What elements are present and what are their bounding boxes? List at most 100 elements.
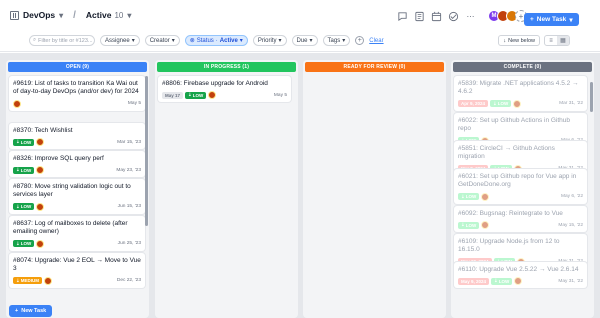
close-icon[interactable]: ⊗ xyxy=(190,37,195,44)
avatar xyxy=(36,166,45,175)
due-date: May 23, '23 xyxy=(116,167,141,173)
add-filter-icon[interactable]: + xyxy=(355,36,365,45)
new-task-button[interactable]: + New Task ▾ xyxy=(524,13,579,26)
breadcrumb-separator: / xyxy=(73,9,76,21)
more-icon[interactable]: ⋯ xyxy=(465,11,476,22)
avatar xyxy=(514,277,523,286)
task-title: #8780: Move string validation logic out … xyxy=(13,183,131,199)
priority-badge: ⇣ MEDIUM xyxy=(13,277,43,285)
column-scrollbar[interactable] xyxy=(590,82,593,112)
column-header[interactable]: IN PROGRESS (1) xyxy=(157,62,296,72)
task-card[interactable]: #6092: Bugsnag: Reintegrate to Vue ⇣ LOW Ma… xyxy=(454,206,587,233)
task-title: #6109: Upgrade Node.js from 12 to 16.15.… xyxy=(458,238,560,254)
toolbar-icons: ⋯ M + xyxy=(397,10,527,22)
board-view-icon[interactable]: ▦ xyxy=(557,36,569,45)
task-meta: Apr 9, 2024 ⇣ LOW Mar 31, '22 xyxy=(458,99,583,108)
column-open: OPEN (9) #9619: List of tasks to transiti… xyxy=(6,60,149,318)
activity-icon[interactable] xyxy=(448,11,459,22)
chevron-down-icon[interactable]: ▾ xyxy=(59,11,63,20)
task-title: #6110: Upgrade Vue 2.5.22 → Vue 2.6.14 xyxy=(458,266,579,273)
date-badge: Apr 9, 2024 xyxy=(458,100,489,108)
task-meta: ⇣ LOW Jun 25, '23 xyxy=(13,239,141,248)
priority-label: LOW xyxy=(498,278,510,284)
chevron-down-icon[interactable]: ▾ xyxy=(127,11,131,20)
status-filter[interactable]: ⊗ Status · Active ▾ xyxy=(184,35,248,46)
task-meta: ⇣ MEDIUM Dec 22, '23 xyxy=(13,276,141,285)
task-card[interactable]: #5839: Migrate .NET applications 4.5.2 →… xyxy=(454,76,587,111)
priority-icon: ⇣ xyxy=(494,278,498,284)
priority-badge: ⇣LOW xyxy=(458,193,480,201)
column-header[interactable]: OPEN (9) xyxy=(8,62,147,72)
priority-icon: ⇣ xyxy=(493,100,497,106)
search-input[interactable]: ⌕ Filter by title or #123... xyxy=(29,35,95,46)
task-card[interactable]: #8806: Firebase upgrade for Android May 1… xyxy=(158,76,291,103)
column-header[interactable]: READY FOR REVIEW (0) xyxy=(305,62,444,72)
task-card[interactable]: #8074: Upgrade: Vue 2 EOL → Move to Vue … xyxy=(9,253,145,288)
task-meta: May 17 ⇣ LOW May 5 xyxy=(162,91,287,100)
column-ready-for-review: READY FOR REVIEW (0) xyxy=(303,60,446,318)
date-badge: May 9, 2024 xyxy=(458,277,490,285)
priority-label: MEDIUM xyxy=(20,278,40,284)
chevron-down-icon: ▾ xyxy=(569,16,573,24)
priority-filter[interactable]: Priority ▾ xyxy=(252,35,287,46)
due-date: Dec 22, '23 xyxy=(116,278,141,284)
clear-filters-link[interactable]: Clear xyxy=(369,38,383,44)
due-date: Jun 25, '23 xyxy=(117,241,141,247)
column-scrollbar[interactable] xyxy=(145,76,148,226)
task-title: #5839: Migrate .NET applications 4.5.2 →… xyxy=(458,80,579,96)
workspace-name[interactable]: DevOps xyxy=(23,10,55,20)
priority-label: LOW xyxy=(20,204,32,210)
chevron-down-icon: ▾ xyxy=(278,38,282,44)
new-task-button[interactable]: + New Task xyxy=(9,305,53,317)
task-card[interactable]: #8637: Log of mailboxes to delete (after… xyxy=(9,216,145,251)
view-name[interactable]: Active 10 xyxy=(86,10,123,20)
view-count: 10 xyxy=(114,11,124,20)
due-date: May 5 xyxy=(273,92,287,98)
calendar-icon[interactable] xyxy=(431,11,442,22)
due-date: May 5 xyxy=(127,101,141,107)
task-card[interactable]: #8780: Move string validation logic out … xyxy=(9,179,145,214)
task-card[interactable]: #8326: Improve SQL query perf ⇣ LOW May 23,… xyxy=(9,151,145,178)
list-view-icon[interactable]: ≡ xyxy=(545,36,557,45)
priority-icon: ⇣ xyxy=(16,277,20,283)
member-avatars[interactable]: M + xyxy=(488,10,527,22)
priority-icon: ⇣ xyxy=(16,240,20,246)
priority-badge: ⇣LOW xyxy=(13,203,35,211)
due-date: Jun 15, '23 xyxy=(117,204,141,210)
priority-badge: ⇣LOW xyxy=(458,221,480,229)
avatar xyxy=(36,239,45,248)
chat-icon[interactable] xyxy=(397,11,408,22)
avatar xyxy=(36,202,45,211)
priority-label: LOW xyxy=(20,167,32,173)
chevron-down-icon: ▾ xyxy=(342,38,346,44)
task-meta: ⇣ LOW Jun 15, '23 xyxy=(13,202,141,211)
due-filter[interactable]: Due ▾ xyxy=(291,35,318,46)
task-meta: ⇣ LOW May 15, '22 xyxy=(458,221,583,230)
task-card[interactable]: #6021: Set up Github repo for Vue app in… xyxy=(454,169,587,204)
search-icon: ⌕ xyxy=(33,37,37,43)
view-options: ↓ New below ≡ ▦ xyxy=(498,35,570,46)
notes-icon[interactable] xyxy=(414,11,425,22)
creator-filter[interactable]: Creator ▾ xyxy=(144,35,180,46)
breadcrumb: DevOps ▾ / Active 10 ▾ xyxy=(10,10,131,21)
task-title: #6021: Set up Github repo for Vue app in… xyxy=(458,173,577,189)
task-card[interactable]: #9619: List of tasks to transition Ka Wa… xyxy=(9,76,145,111)
avatar xyxy=(36,138,45,147)
priority-label: LOW xyxy=(192,92,204,98)
assignee-filter[interactable]: Assignee ▾ xyxy=(100,35,140,46)
priority-icon: ⇣ xyxy=(16,167,20,173)
layout-toggle: ≡ ▦ xyxy=(544,35,570,46)
task-card[interactable]: #6110: Upgrade Vue 2.5.22 → Vue 2.6.14 Ma… xyxy=(454,262,587,289)
task-title: #8370: Tech Wishlist xyxy=(13,127,73,134)
task-card[interactable]: #8370: Tech Wishlist ⇣ LOW Mar 15, '23 xyxy=(9,123,145,150)
task-meta: May 9, 2024 ⇣ LOW May 31, '22 xyxy=(458,277,583,286)
chevron-down-icon: ▾ xyxy=(131,38,135,44)
task-meta: ⇣ LOW May 23, '23 xyxy=(13,166,141,175)
tags-filter[interactable]: Tags ▾ xyxy=(322,35,351,46)
due-date: Mar 31, '22 xyxy=(559,101,583,107)
priority-label: LOW xyxy=(465,194,477,200)
priority-label: LOW xyxy=(20,241,32,247)
avatar xyxy=(208,91,217,100)
column-header[interactable]: COMPLETE (0) xyxy=(453,62,592,72)
new-below-toggle[interactable]: ↓ New below xyxy=(498,35,540,46)
